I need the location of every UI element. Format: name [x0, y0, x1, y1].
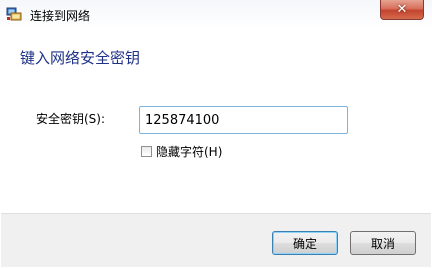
title-bar[interactable]: 连接到网络 ✕ [0, 0, 432, 30]
page-title: 键入网络安全密钥 [20, 49, 141, 67]
connect-network-dialog: 连接到网络 ✕ 键入网络安全密钥 安全密钥(S): 隐藏字符(H) 确定 取消 [0, 0, 432, 268]
network-icon [6, 6, 22, 22]
hide-characters-label[interactable]: 隐藏字符(H) [156, 143, 222, 160]
security-key-input[interactable] [139, 106, 348, 134]
close-button[interactable]: ✕ [380, 0, 424, 20]
cancel-button[interactable]: 取消 [350, 231, 416, 255]
ok-button[interactable]: 确定 [272, 231, 338, 255]
close-icon: ✕ [396, 2, 408, 17]
dialog-footer: 确定 取消 [1, 213, 431, 267]
security-key-label: 安全密钥(S): [36, 112, 106, 126]
window-title: 连接到网络 [30, 9, 91, 23]
hide-characters-checkbox[interactable] [141, 145, 152, 157]
hide-characters-option[interactable]: 隐藏字符(H) [141, 143, 222, 159]
